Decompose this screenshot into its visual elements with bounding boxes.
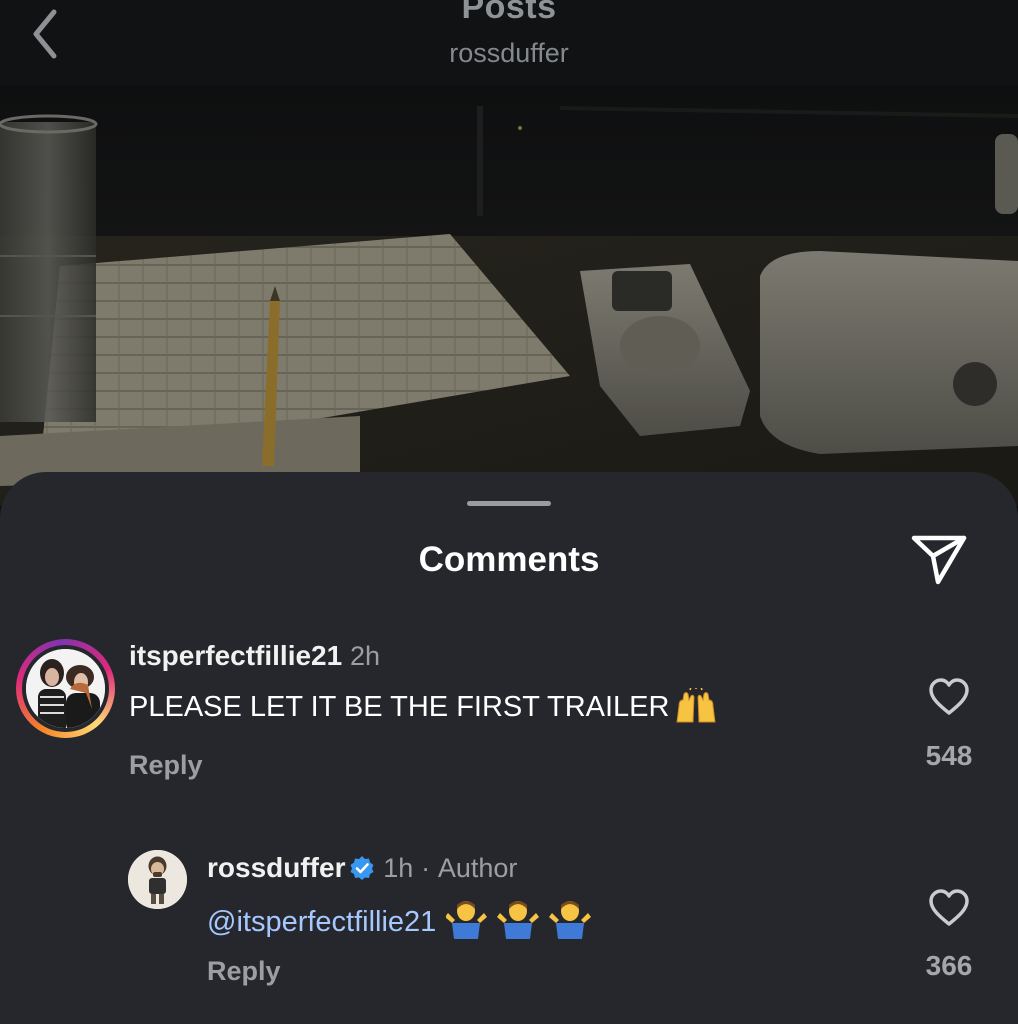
verified-badge-icon [350, 856, 374, 880]
comment-username[interactable]: rossduffer 1h · Author [207, 852, 517, 884]
comment-body: PLEASE LET IT BE THE FIRST TRAILER [129, 686, 719, 732]
screen: Posts rossduffer Comments itsperfectfill… [0, 0, 1018, 1024]
meta-separator: · [421, 853, 431, 883]
like-count: 548 [925, 740, 973, 771]
like-button[interactable] [927, 888, 971, 928]
paper-plane-icon [911, 535, 967, 585]
post-photo [0, 86, 1018, 506]
shrugging-man-emoji [445, 899, 596, 947]
top-nav-bar: Posts rossduffer [0, 0, 1018, 86]
username-text[interactable]: itsperfectfillie21 [129, 640, 342, 671]
like-count: 366 [925, 950, 973, 981]
avatar-story-ring[interactable] [16, 639, 115, 738]
sheet-title: Comments [418, 540, 600, 579]
avatar [26, 649, 105, 728]
comment-time: 1h [383, 853, 414, 883]
avatar[interactable] [128, 850, 187, 909]
comments-sheet: Comments itsperfectfillie21 2h PLEASE LE… [0, 472, 1018, 1024]
comment-time: 2h [349, 641, 381, 671]
avatar-ring-gap [22, 645, 109, 732]
page-subtitle-username[interactable]: rossduffer [0, 38, 1018, 69]
comment-body: @itsperfectfillie21 [207, 899, 596, 947]
like-button[interactable] [927, 677, 971, 717]
comment-username[interactable]: itsperfectfillie21 2h [129, 640, 380, 672]
reply-button[interactable]: Reply [207, 956, 281, 987]
reply-button[interactable]: Reply [129, 750, 203, 781]
author-label: Author [437, 853, 518, 883]
avatar-photo [128, 850, 187, 909]
page-title: Posts [461, 0, 557, 26]
sheet-drag-handle[interactable] [467, 501, 551, 506]
share-button[interactable] [908, 530, 970, 588]
username-text[interactable]: rossduffer [207, 852, 345, 883]
heart-icon [929, 889, 969, 926]
comment-text: PLEASE LET IT BE THE FIRST TRAILER [129, 691, 670, 723]
avatar-photo [26, 649, 105, 728]
raising-hands-emoji [673, 686, 719, 732]
mention-link[interactable]: @itsperfectfillie21 [207, 906, 436, 938]
heart-icon [929, 678, 969, 715]
